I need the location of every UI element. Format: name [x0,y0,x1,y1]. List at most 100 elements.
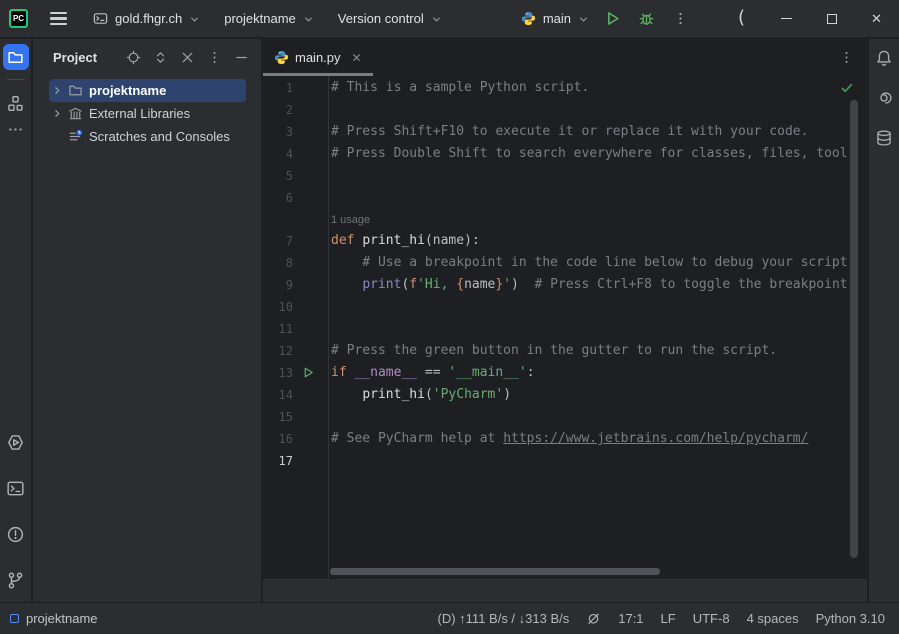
code-line-15: 15 [263,406,867,428]
network-transfer[interactable]: (D) ↑111 B/s / ↓313 B/s [438,611,570,626]
panel-title: Project [53,50,97,65]
locate-file-button[interactable] [126,50,141,65]
project-selector[interactable]: projektname [218,5,320,33]
gutter [293,165,328,187]
gutter [293,340,328,362]
chevron-down-icon [431,14,442,25]
status-widgets: (D) ↑111 B/s / ↓313 B/s 17:1 LF UTF-8 4 spac… [438,611,886,626]
python-icon [274,50,289,65]
code-line-13: 13if __name__ == '__main__': [263,362,867,384]
minimize-button[interactable] [764,0,809,38]
project-tool-window-button[interactable] [3,44,29,70]
terminal-tool-window-button[interactable] [3,475,29,501]
indentation[interactable]: 4 spaces [747,611,799,626]
git-tool-window-button[interactable] [3,567,29,593]
tab-main-py[interactable]: main.py ✕ [263,39,373,76]
line-number: 14 [263,384,293,406]
gutter-run-icon[interactable] [293,362,328,384]
gutter [293,406,328,428]
code-line-9: 9 print(f'Hi, {name}') # Press Ctrl+F8 t… [263,274,867,296]
folder-icon [7,49,24,66]
line-number: 9 [263,274,293,296]
line-number: 7 [263,230,293,252]
editor-area: main.py ✕ 1# This is a sample Python scr… [263,39,867,602]
inspection-check-icon[interactable] [840,81,854,95]
line-number: 4 [263,143,293,165]
caret-position[interactable]: 17:1 [618,611,643,626]
maximize-icon [827,14,837,24]
tab-close-icon[interactable]: ✕ [352,51,362,65]
horizontal-scrollbar[interactable] [330,568,660,575]
code-text: # Press Double Shift to search everywher… [328,143,848,165]
expand-all-button[interactable] [153,50,168,65]
code-line-14: 14 print_hi('PyCharm') [263,384,867,406]
tree-item-scratches-and-consoles[interactable]: Scratches and Consoles [49,125,246,148]
code-line-12: 12# Press the green button in the gutter… [263,340,867,362]
more-actions-button[interactable] [663,5,697,33]
maximize-button[interactable] [809,0,854,38]
code-text: # See PyCharm help at https://www.jetbra… [328,428,808,450]
left-tool-stripe [0,39,32,602]
bug-icon [638,10,655,27]
editor-options-button[interactable] [839,50,854,65]
project-selector-label: projektname [224,11,296,26]
code-text: def print_hi(name): [328,230,480,252]
code-text: print_hi('PyCharm') [328,384,511,406]
code-text: # This is a sample Python script. [328,77,589,99]
code-text [328,318,331,340]
vertical-scrollbar[interactable] [850,100,858,558]
gutter [293,121,328,143]
hide-panel-button[interactable] [234,50,249,65]
tree-item-label: Scratches and Consoles [89,129,230,144]
tab-label: main.py [295,50,341,65]
run-configuration-selector[interactable]: main [515,5,595,33]
usages-inlay-hint[interactable]: 1 usage [263,209,867,230]
gutter [293,77,328,99]
run-tool-window-button[interactable] [3,429,29,455]
notifications-button[interactable] [875,49,893,67]
code-line-10: 10 [263,296,867,318]
gutter [293,274,328,296]
host-label: gold.fhgr.ch [115,11,182,26]
vcs-widget[interactable]: Version control [332,5,448,33]
tree-item-projektname[interactable]: projektname [49,79,246,102]
chevron-right-icon[interactable] [51,84,68,97]
line-separator[interactable]: LF [661,611,676,626]
code-editor[interactable]: 1# This is a sample Python script.23# Pr… [263,76,867,578]
code-line-16: 16# See PyCharm help at https://www.jetb… [263,428,867,450]
problems-tool-window-button[interactable] [3,521,29,547]
git-branch-icon [6,571,25,590]
terminal-icon [6,479,25,498]
tree-item-label: projektname [89,83,166,98]
library-icon [68,106,89,121]
inspections-widget[interactable] [586,611,601,626]
crescent-icon[interactable]: ( [719,0,764,38]
close-button[interactable]: ✕ [854,0,899,38]
chevron-down-icon [189,14,200,25]
ai-assistant-button[interactable] [875,89,893,107]
run-button[interactable] [595,5,629,33]
main-menu-button[interactable] [50,12,67,26]
file-encoding[interactable]: UTF-8 [693,611,730,626]
gutter [293,318,328,340]
titlebar-right: main ( ✕ [515,0,899,38]
debug-button[interactable] [629,5,663,33]
chevron-right-icon[interactable] [51,107,68,120]
code-line-3: 3# Press Shift+F10 to execute it or repl… [263,121,867,143]
project-status-widget[interactable]: projektname [10,611,98,626]
structure-tool-window-button[interactable] [3,90,29,116]
database-button[interactable] [875,129,893,147]
gutter [293,384,328,406]
more-tool-windows-button[interactable] [3,116,29,142]
chevron-down-icon [578,14,589,25]
tree-item-external-libraries[interactable]: External Libraries [49,102,246,125]
python-interpreter[interactable]: Python 3.10 [816,611,885,626]
collapse-all-button[interactable] [180,50,195,65]
remote-host-selector[interactable]: gold.fhgr.ch [87,5,206,33]
panel-actions [126,50,249,65]
code-text [328,99,331,121]
code-line-7: 7 def print_hi(name): [263,230,867,252]
line-number: 17 [263,450,293,472]
vcs-label: Version control [338,11,424,26]
panel-options-button[interactable] [207,50,222,65]
